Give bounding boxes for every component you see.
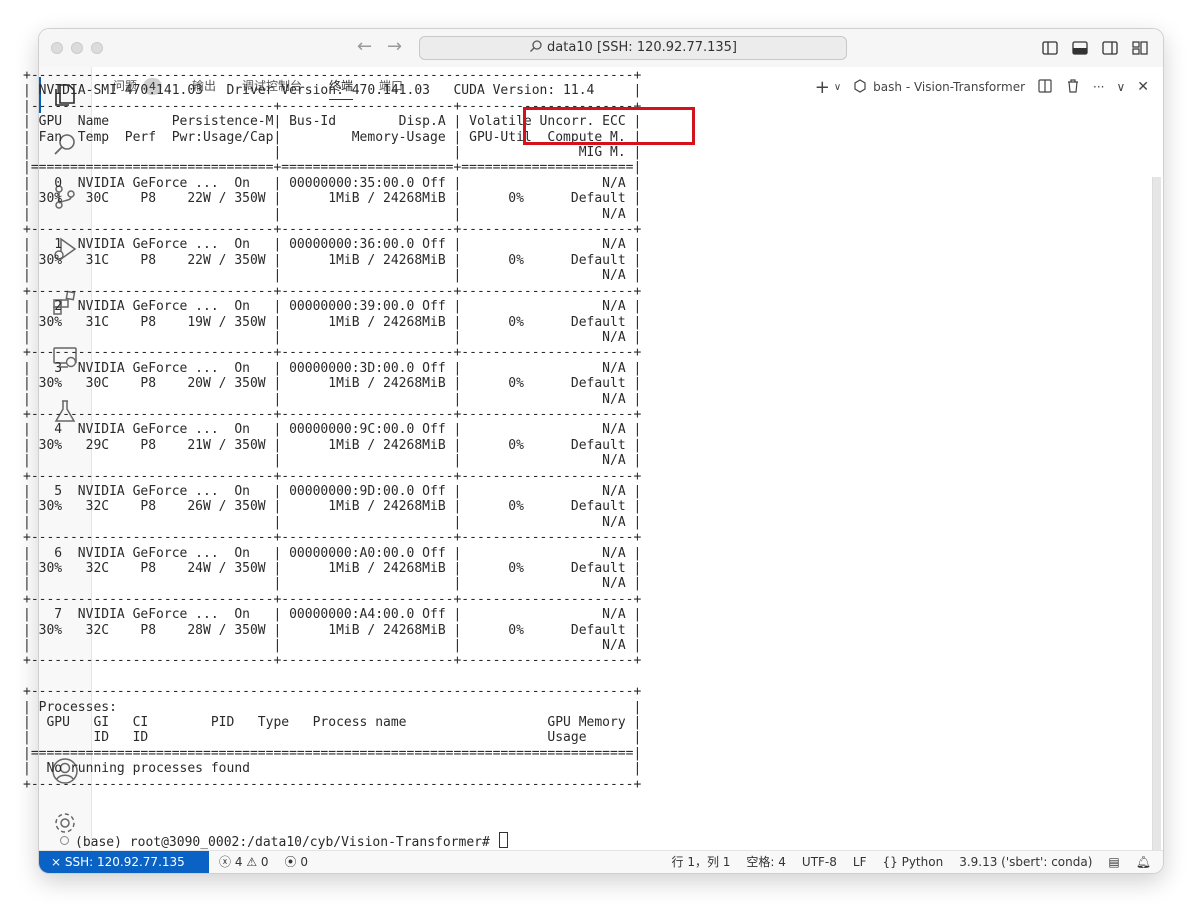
terminal-line: | 30% 31C P8 19W / 350W | 1MiB / 24268Mi… xyxy=(23,314,642,330)
command-center[interactable]: data10 [SSH: 120.92.77.135] xyxy=(419,36,847,60)
terminal-line: +---------------------------------------… xyxy=(23,684,642,700)
status-right: 行 1，列 1 空格: 4 UTF-8 LF {} Python 3.9.13 … xyxy=(672,851,1152,873)
remote-icon: ⨯ xyxy=(51,855,65,869)
terminal-line: | 30% 30C P8 20W / 350W | 1MiB / 24268Mi… xyxy=(23,376,642,392)
terminal-line: | 30% 29C P8 21W / 350W | 1MiB / 24268Mi… xyxy=(23,437,642,453)
terminal-line: | | | MIG M. | xyxy=(23,145,642,161)
terminal-output[interactable]: +---------------------------------------… xyxy=(23,68,641,792)
terminal-line: +-------------------------------+-------… xyxy=(23,406,642,422)
terminal-line: | 6 NVIDIA GeForce ... On | 00000000:A0:… xyxy=(23,545,642,561)
terminal-line: | NVIDIA-SMI 470.141.03 Driver Version: … xyxy=(23,83,642,99)
terminal-prompt-line[interactable]: (base) root@3090_0002:/data10/cyb/Vision… xyxy=(60,832,508,851)
python-interpreter[interactable]: 3.9.13 ('sbert': conda) xyxy=(959,851,1092,873)
terminal-line: |=======================================… xyxy=(23,745,642,761)
ports-count: 0 xyxy=(300,855,309,869)
terminal-line: | 30% 32C P8 28W / 350W | 1MiB / 24268Mi… xyxy=(23,622,642,638)
language-mode[interactable]: {} Python xyxy=(882,851,943,873)
status-bar: ⨯ SSH: 120.92.77.135 ⓧ 4 ⚠ 0 ⦿ 0 行 1，列 1… xyxy=(39,850,1163,873)
error-count: 4 xyxy=(234,855,243,869)
terminal-line: | | | N/A | xyxy=(23,268,642,284)
status-left: ⓧ 4 ⚠ 0 ⦿ 0 xyxy=(219,851,308,873)
ports-status[interactable]: ⦿ 0 xyxy=(285,851,308,873)
trash-icon[interactable] xyxy=(1065,78,1081,97)
more-actions-icon[interactable]: ··· xyxy=(1093,80,1104,94)
warning-count: 0 xyxy=(260,855,269,869)
terminal-line: | Processes: | xyxy=(23,699,642,715)
back-arrow-icon[interactable]: ← xyxy=(357,37,372,57)
terminal-prompt: (base) root@3090_0002:/data10/cyb/Vision… xyxy=(75,835,498,850)
cuda-version-highlight-box xyxy=(523,107,695,145)
terminal-line: | ID ID Usage | xyxy=(23,730,642,746)
encoding[interactable]: UTF-8 xyxy=(802,851,837,873)
remote-indicator[interactable]: ⨯ SSH: 120.92.77.135 xyxy=(39,851,209,873)
close-window-button[interactable] xyxy=(51,42,63,54)
terminal-line: | 0 NVIDIA GeForce ... On | 00000000:35:… xyxy=(23,175,642,191)
warning-icon: ⚠ xyxy=(246,855,258,869)
forward-arrow-icon[interactable]: → xyxy=(387,37,402,57)
terminal-line: | 30% 30C P8 22W / 350W | 1MiB / 24268Mi… xyxy=(23,191,642,207)
terminal-line: | 30% 32C P8 26W / 350W | 1MiB / 24268Mi… xyxy=(23,499,642,515)
terminal-line: | 7 NVIDIA GeForce ... On | 00000000:A4:… xyxy=(23,607,642,623)
chevron-down-icon[interactable]: ∨ xyxy=(834,82,841,93)
panel-actions: + ∨ bash - Vision-Transformer ··· ∨ ✕ xyxy=(815,77,1149,98)
braces-icon: {} xyxy=(882,855,898,869)
terminal-line: | GPU GI CI PID Type Process name GPU Me… xyxy=(23,715,642,731)
end-of-line[interactable]: LF xyxy=(853,851,867,873)
terminal-cursor xyxy=(498,832,508,848)
terminal-line: +-------------------------------+-------… xyxy=(23,468,642,484)
layout-controls xyxy=(1041,39,1149,57)
terminal-line: |===============================+=======… xyxy=(23,160,642,176)
feedback-icon[interactable]: ▤ xyxy=(1108,851,1119,873)
terminal-line: | 3 NVIDIA GeForce ... On | 00000000:3D:… xyxy=(23,360,642,376)
terminal-line: +-------------------------------+-------… xyxy=(23,222,642,238)
broadcast-icon: ⦿ xyxy=(284,855,297,869)
terminal-line: | 30% 31C P8 22W / 350W | 1MiB / 24268Mi… xyxy=(23,252,642,268)
terminal-line: | 1 NVIDIA GeForce ... On | 00000000:36:… xyxy=(23,237,642,253)
terminal-line: | | | N/A | xyxy=(23,453,642,469)
terminal-line: | 5 NVIDIA GeForce ... On | 00000000:9D:… xyxy=(23,483,642,499)
toggle-secondary-sidebar-icon[interactable] xyxy=(1101,39,1119,57)
terminal-scrollbar[interactable] xyxy=(1152,177,1161,873)
title-bar: ← → data10 [SSH: 120.92.77.135] xyxy=(39,29,1163,68)
terminal-line: | 2 NVIDIA GeForce ... On | 00000000:39:… xyxy=(23,299,642,315)
maximize-panel-icon[interactable]: ∨ xyxy=(1116,80,1125,94)
problems-status[interactable]: ⓧ 4 ⚠ 0 xyxy=(219,851,269,873)
notifications-bell-icon[interactable]: 🔔︎ xyxy=(1136,851,1151,873)
terminal-line: +---------------------------------------… xyxy=(23,776,642,792)
terminal-line: | | | N/A | xyxy=(23,391,642,407)
terminal-line: +-------------------------------+-------… xyxy=(23,530,642,546)
terminal-line: +-------------------------------+-------… xyxy=(23,283,642,299)
customize-layout-icon[interactable] xyxy=(1131,39,1149,57)
terminal-line: +---------------------------------------… xyxy=(23,68,642,83)
search-icon xyxy=(530,40,542,52)
terminal-line: +-------------------------------+-------… xyxy=(23,653,642,669)
split-terminal-icon[interactable] xyxy=(1037,78,1053,97)
terminal-line: | | | N/A | xyxy=(23,329,642,345)
close-panel-icon[interactable]: ✕ xyxy=(1137,79,1149,95)
indentation[interactable]: 空格: 4 xyxy=(746,851,786,873)
error-icon: ⓧ xyxy=(219,855,232,869)
terminal-line: +-------------------------------+-------… xyxy=(23,345,642,361)
zoom-window-button[interactable] xyxy=(91,42,103,54)
toggle-panel-icon[interactable] xyxy=(1071,39,1089,57)
terminal-line: | | | N/A | xyxy=(23,206,642,222)
terminal-line: | | | N/A | xyxy=(23,576,642,592)
terminal-shell-label[interactable]: bash - Vision-Transformer xyxy=(873,80,1025,94)
terminal-line: | 4 NVIDIA GeForce ... On | 00000000:9C:… xyxy=(23,422,642,438)
terminal-line: | No running processes found | xyxy=(23,761,642,777)
cursor-position[interactable]: 行 1，列 1 xyxy=(672,851,731,873)
window-title: data10 [SSH: 120.92.77.135] xyxy=(547,40,737,55)
language-label: Python xyxy=(901,855,944,869)
terminal-line: +-------------------------------+-------… xyxy=(23,591,642,607)
toggle-primary-sidebar-icon[interactable] xyxy=(1041,39,1059,57)
new-terminal-icon[interactable]: + xyxy=(815,77,830,98)
minimize-window-button[interactable] xyxy=(71,42,83,54)
terminal-line: | | | N/A | xyxy=(23,514,642,530)
terminal-line: | 30% 32C P8 24W / 350W | 1MiB / 24268Mi… xyxy=(23,561,642,576)
terminal-shell-icon xyxy=(853,78,867,96)
remote-label: SSH: 120.92.77.135 xyxy=(64,855,185,869)
command-decoration-icon xyxy=(60,836,69,845)
terminal-line: | | | N/A | xyxy=(23,638,642,654)
